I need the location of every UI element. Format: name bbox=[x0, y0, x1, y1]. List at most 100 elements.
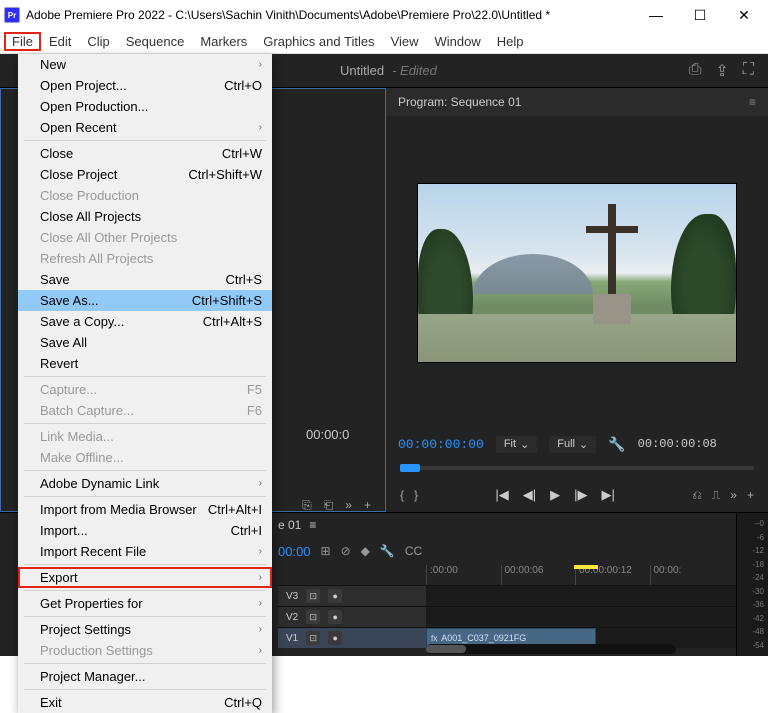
program-duration: 00:00:00:08 bbox=[638, 437, 717, 451]
quality-select[interactable]: Full⌄ bbox=[549, 436, 596, 453]
close-button[interactable]: ✕ bbox=[724, 1, 764, 29]
minimize-button[interactable]: — bbox=[636, 1, 676, 29]
menu-project-settings[interactable]: Project Settings› bbox=[18, 619, 272, 640]
menu-graphics[interactable]: Graphics and Titles bbox=[255, 32, 382, 51]
menu-save-all[interactable]: Save All bbox=[18, 332, 272, 353]
mark-in-icon[interactable]: { bbox=[400, 488, 404, 502]
menu-capture: Capture...F5 bbox=[18, 379, 272, 400]
menu-close-all-projects[interactable]: Close All Projects bbox=[18, 206, 272, 227]
menu-get-properties[interactable]: Get Properties for› bbox=[18, 593, 272, 614]
step-fwd-icon[interactable]: |▶ bbox=[574, 487, 587, 503]
menu-sequence[interactable]: Sequence bbox=[118, 32, 193, 51]
quick-export-icon[interactable]: ⎙ bbox=[689, 61, 702, 81]
cc-icon[interactable]: CC bbox=[405, 544, 422, 558]
mark-out-icon[interactable]: } bbox=[414, 488, 418, 502]
step-back-icon[interactable]: ◀| bbox=[523, 487, 536, 503]
menu-edit[interactable]: Edit bbox=[41, 32, 79, 51]
menu-exit[interactable]: ExitCtrl+Q bbox=[18, 692, 272, 713]
track-label: V2 bbox=[286, 612, 298, 623]
program-transport: { } |◀ ◀| ▶ |▶ ▶| ⎌ ⎍ » + bbox=[386, 478, 768, 512]
window-controls: — ☐ ✕ bbox=[636, 1, 764, 29]
timeline-ruler[interactable]: :00:00 00:00:06 00:00:00:12 00:00: bbox=[278, 565, 736, 585]
workspace-tab[interactable]: Untitled - Edited bbox=[340, 63, 437, 78]
menu-open-production[interactable]: Open Production... bbox=[18, 96, 272, 117]
insert-icon[interactable]: ⎘ bbox=[302, 498, 312, 513]
wrench2-icon[interactable]: 🔧 bbox=[380, 544, 395, 558]
snap-icon[interactable]: ⊞ bbox=[321, 544, 331, 558]
zoom-select[interactable]: Fit⌄ bbox=[496, 436, 537, 453]
overwrite-icon[interactable]: ⎗ bbox=[324, 498, 334, 513]
menu-file[interactable]: File bbox=[4, 32, 41, 51]
menu-close[interactable]: CloseCtrl+W bbox=[18, 143, 272, 164]
menu-save[interactable]: SaveCtrl+S bbox=[18, 269, 272, 290]
program-title: Program: Sequence 01 bbox=[398, 95, 521, 109]
sequence-menu-icon[interactable]: ≡ bbox=[309, 518, 316, 532]
track-v2[interactable]: V2⊡● bbox=[278, 606, 736, 627]
menu-open-recent[interactable]: Open Recent› bbox=[18, 117, 272, 138]
meter-tick: -6 bbox=[740, 533, 764, 542]
menu-export[interactable]: Export› bbox=[18, 567, 272, 588]
sequence-timecode[interactable]: 00:00 bbox=[278, 544, 311, 559]
plus2-icon[interactable]: + bbox=[747, 488, 754, 503]
marker-icon[interactable]: ◆ bbox=[361, 544, 370, 558]
menu-revert[interactable]: Revert bbox=[18, 353, 272, 374]
eye-icon[interactable]: ● bbox=[328, 631, 342, 645]
settings-icon[interactable]: 🔧 bbox=[608, 436, 625, 453]
tracks: V3⊡● V2⊡● V1⊡● fxA001_C037_0921FG bbox=[278, 585, 736, 648]
meter-tick: -24 bbox=[740, 573, 764, 582]
menu-new[interactable]: New› bbox=[18, 54, 272, 75]
menu-help[interactable]: Help bbox=[489, 32, 532, 51]
meter-tick: -42 bbox=[740, 614, 764, 623]
app-body: Untitled - Edited ⎙ ⇪ ⛶ 00:00:0 ⎘ ⎗ » + … bbox=[0, 54, 768, 622]
link-icon[interactable]: ⊘ bbox=[341, 544, 351, 558]
maximize-button[interactable]: ☐ bbox=[680, 1, 720, 29]
more-icon[interactable]: » bbox=[345, 498, 352, 512]
menu-clip[interactable]: Clip bbox=[79, 32, 117, 51]
playhead-indicator[interactable] bbox=[400, 464, 420, 472]
toggle-output-icon[interactable]: ⊡ bbox=[306, 631, 320, 645]
program-monitor[interactable] bbox=[417, 183, 737, 363]
menu-close-project[interactable]: Close ProjectCtrl+Shift+W bbox=[18, 164, 272, 185]
eye-icon[interactable]: ● bbox=[328, 589, 342, 603]
menu-project-manager[interactable]: Project Manager... bbox=[18, 666, 272, 687]
workspace-status: - Edited bbox=[392, 63, 437, 78]
menu-markers[interactable]: Markers bbox=[192, 32, 255, 51]
menu-save-as[interactable]: Save As...Ctrl+Shift+S bbox=[18, 290, 272, 311]
timeline-scrollbar[interactable] bbox=[426, 644, 676, 654]
menu-save-copy[interactable]: Save a Copy...Ctrl+Alt+S bbox=[18, 311, 272, 332]
menu-window[interactable]: Window bbox=[427, 32, 489, 51]
scroll-thumb[interactable] bbox=[426, 645, 466, 653]
fullscreen-icon[interactable]: ⛶ bbox=[743, 61, 754, 81]
workspace-title: Untitled bbox=[340, 63, 384, 78]
menu-import-recent[interactable]: Import Recent File› bbox=[18, 541, 272, 562]
extract-icon[interactable]: ⎍ bbox=[712, 488, 720, 503]
program-timecode[interactable]: 00:00:00:00 bbox=[398, 437, 484, 452]
clip-name: A001_C037_0921FG bbox=[441, 633, 526, 643]
sequence-tab[interactable]: e 01 bbox=[278, 518, 301, 532]
more2-icon[interactable]: » bbox=[730, 488, 737, 503]
source-timecode: 00:00:0 bbox=[306, 427, 349, 442]
menu-import-media-browser[interactable]: Import from Media BrowserCtrl+Alt+I bbox=[18, 499, 272, 520]
program-panel: Program: Sequence 01 ≡ 00:00:00:00 Fit⌄ … bbox=[386, 88, 768, 512]
goto-in-icon[interactable]: |◀ bbox=[495, 487, 508, 503]
timeline-playhead[interactable] bbox=[574, 565, 598, 569]
menu-open-project[interactable]: Open Project...Ctrl+O bbox=[18, 75, 272, 96]
play-icon[interactable]: ▶ bbox=[550, 487, 560, 503]
fx-badge: fx bbox=[431, 634, 437, 643]
menu-link-media: Link Media... bbox=[18, 426, 272, 447]
panel-menu-icon[interactable]: ≡ bbox=[749, 95, 756, 109]
goto-out-icon[interactable]: ▶| bbox=[602, 487, 615, 503]
plus-icon[interactable]: + bbox=[364, 498, 371, 512]
ruler-tick: 00:00: bbox=[650, 565, 725, 585]
menu-import[interactable]: Import...Ctrl+I bbox=[18, 520, 272, 541]
track-v3[interactable]: V3⊡● bbox=[278, 585, 736, 606]
toggle-output-icon[interactable]: ⊡ bbox=[306, 589, 320, 603]
lift-icon[interactable]: ⎌ bbox=[692, 488, 702, 503]
scrub-bar[interactable] bbox=[400, 466, 754, 470]
ground-shape bbox=[418, 314, 736, 362]
menu-view[interactable]: View bbox=[383, 32, 427, 51]
menu-adobe-dynamic-link[interactable]: Adobe Dynamic Link› bbox=[18, 473, 272, 494]
audio-meters: --0 -6 -12 -18 -24 -30 -36 -42 -48 -54 bbox=[736, 513, 768, 656]
menu-production-settings: Production Settings› bbox=[18, 640, 272, 661]
share-icon[interactable]: ⇪ bbox=[715, 61, 728, 81]
